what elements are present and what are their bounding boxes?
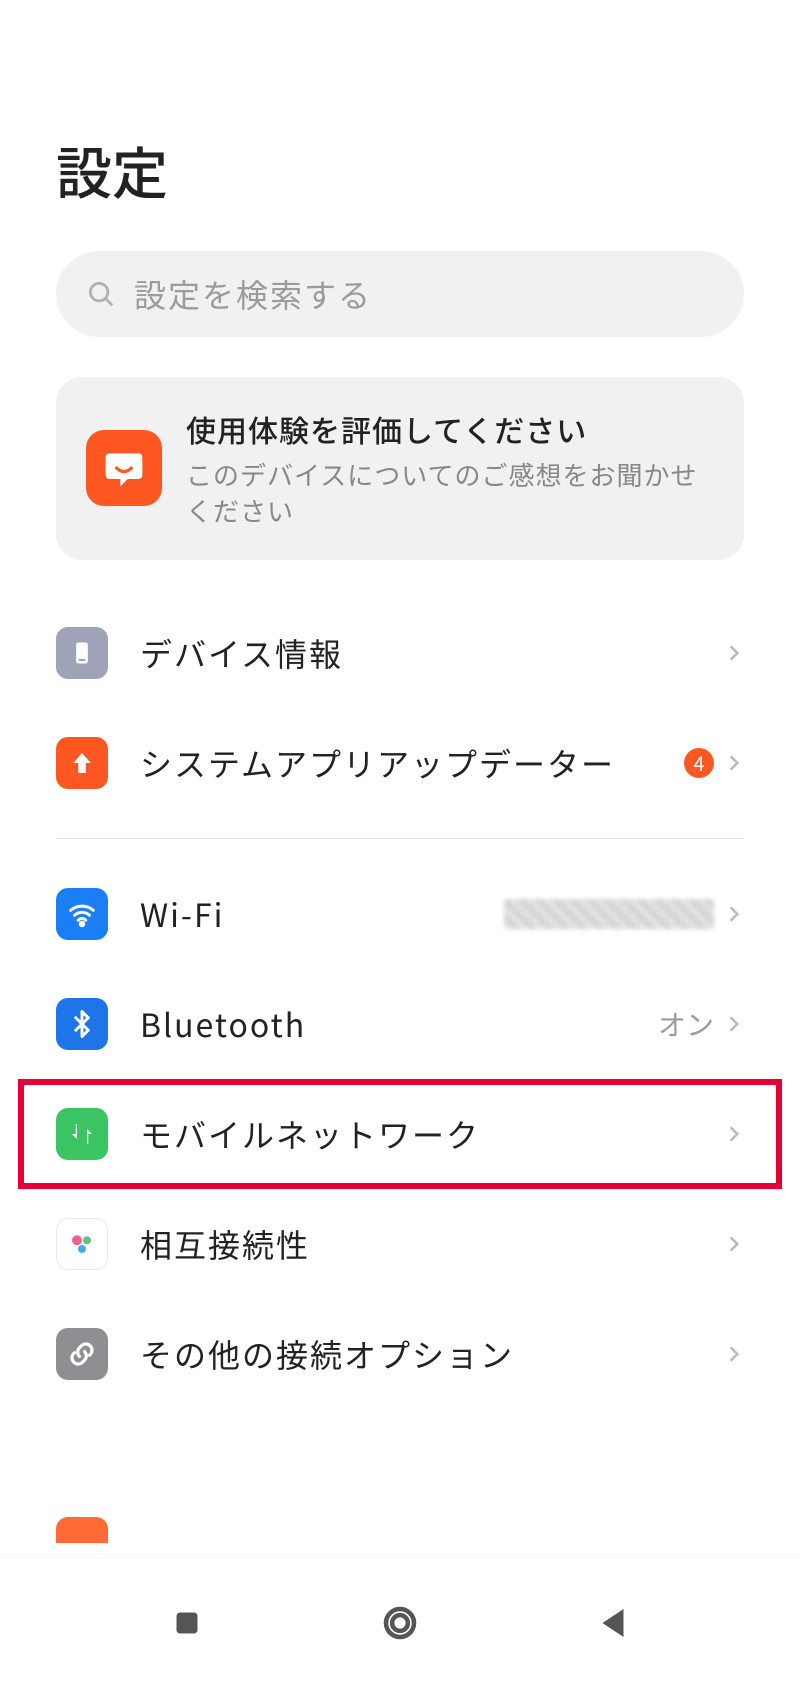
settings-section-connectivity: Wi-Fi Bluetooth オン モバイルネットワーク: [0, 859, 800, 1409]
chevron-right-icon: [724, 1014, 744, 1034]
item-mobile-network-label: モバイルネットワーク: [140, 1111, 724, 1157]
bluetooth-icon: [56, 998, 108, 1050]
feedback-card[interactable]: 使用体験を評価してください このデバイスについてのご感想をお聞かせください: [56, 377, 744, 560]
item-bluetooth[interactable]: Bluetooth オン: [0, 969, 800, 1079]
item-device-info-label: デバイス情報: [140, 630, 724, 676]
item-system-updater[interactable]: システムアプリアップデーター 4: [0, 708, 800, 818]
feedback-texts: 使用体験を評価してください このデバイスについてのご感想をお聞かせください: [186, 407, 714, 530]
feedback-title: 使用体験を評価してください: [186, 407, 714, 451]
android-navbar: [0, 1557, 800, 1687]
item-interconnectivity-label: 相互接続性: [140, 1221, 724, 1267]
item-system-updater-label: システムアプリアップデーター: [140, 740, 684, 786]
item-other-connections[interactable]: その他の接続オプション: [0, 1299, 800, 1409]
dots-colored-icon: [56, 1218, 108, 1270]
item-wifi[interactable]: Wi-Fi: [0, 859, 800, 969]
chevron-right-icon: [724, 1234, 744, 1254]
chat-smile-icon: [86, 430, 162, 506]
update-count-badge: 4: [684, 748, 714, 778]
search-icon: [86, 279, 116, 309]
search-placeholder: 設定を検索する: [134, 271, 372, 317]
item-device-info[interactable]: デバイス情報: [0, 598, 800, 708]
partial-next-item: [0, 1517, 800, 1557]
chevron-right-icon: [724, 1124, 744, 1144]
mobile-data-icon: [56, 1108, 108, 1160]
arrow-up-icon: [56, 737, 108, 789]
chevron-right-icon: [724, 643, 744, 663]
item-bluetooth-label: Bluetooth: [140, 1001, 658, 1047]
home-button[interactable]: [379, 1602, 421, 1644]
item-interconnectivity[interactable]: 相互接続性: [0, 1189, 800, 1299]
chevron-right-icon: [724, 1344, 744, 1364]
settings-section-general: デバイス情報 システムアプリアップデーター 4: [0, 598, 800, 818]
feedback-subtitle: このデバイスについてのご感想をお聞かせください: [186, 457, 714, 530]
partial-item-icon: [56, 1517, 108, 1543]
item-bluetooth-value: オン: [658, 1004, 714, 1044]
item-other-connections-label: その他の接続オプション: [140, 1331, 724, 1377]
search-bar[interactable]: 設定を検索する: [56, 251, 744, 337]
wifi-icon: [56, 888, 108, 940]
link-icon: [56, 1328, 108, 1380]
item-mobile-network-highlight[interactable]: モバイルネットワーク: [18, 1079, 782, 1189]
item-wifi-label: Wi-Fi: [140, 891, 504, 937]
page-title-text: 設定: [56, 130, 168, 211]
back-button[interactable]: [592, 1602, 634, 1644]
chevron-right-icon: [724, 904, 744, 924]
page-title: 設定: [0, 0, 800, 251]
phone-icon: [56, 627, 108, 679]
chevron-right-icon: [724, 753, 744, 773]
recent-apps-button[interactable]: [166, 1602, 208, 1644]
wifi-value-obscured: [504, 899, 714, 929]
divider: [56, 838, 744, 839]
